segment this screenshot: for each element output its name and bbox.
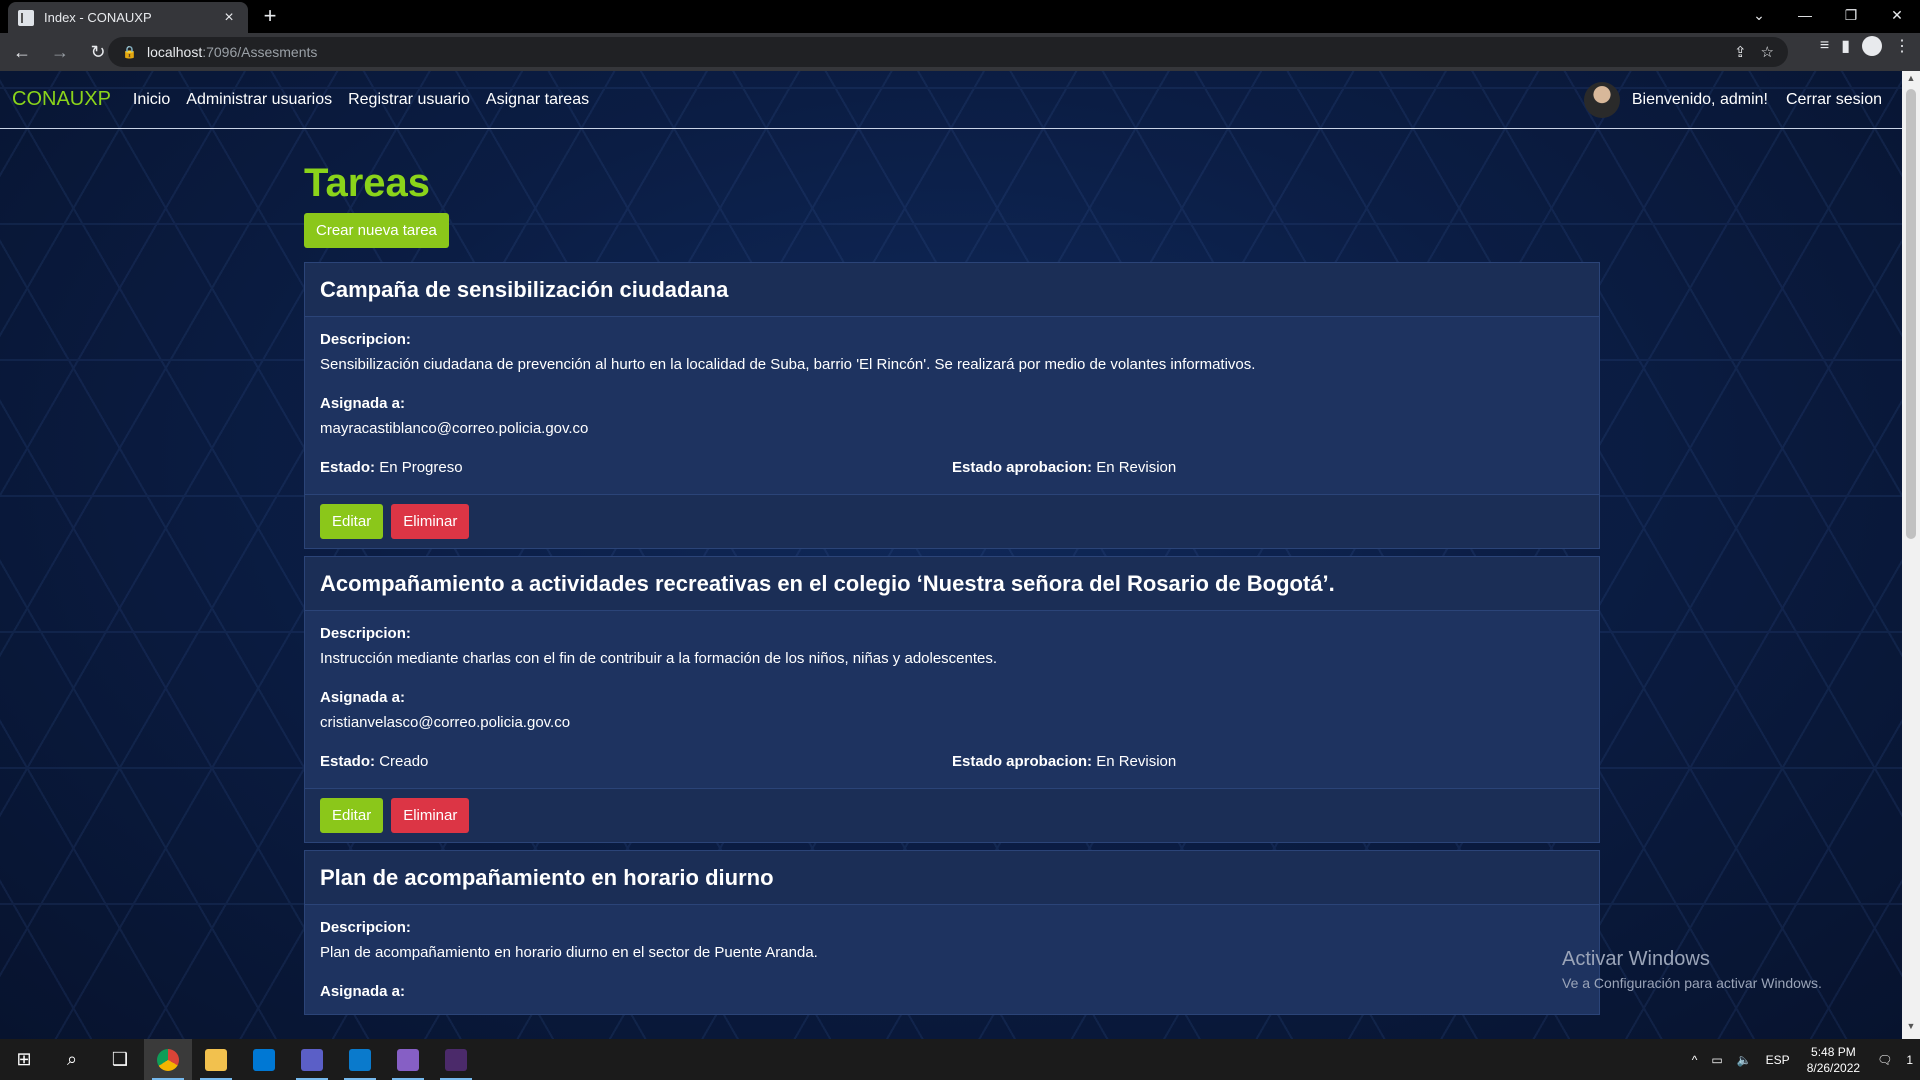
- state-label: Estado:: [320, 459, 376, 476]
- task-state: En Progreso: [379, 459, 463, 476]
- close-tab-icon[interactable]: ×: [220, 9, 238, 27]
- task-card: Plan de acompañamiento en horario diurno…: [304, 850, 1600, 1015]
- welcome-text: Bienvenido, admin!: [1631, 91, 1768, 108]
- browser-tabstrip: Index - CONAUXP × + ⌄ — ❐ ✕: [0, 0, 1920, 33]
- url-path: :7096/Assesments: [202, 44, 318, 60]
- task-description: Sensibilización ciudadana de prevención …: [320, 356, 1256, 373]
- task-approval: En Revision: [1096, 753, 1177, 770]
- url-host: localhost: [146, 44, 203, 60]
- nav-link-registrar-usuario[interactable]: Registrar usuario: [340, 91, 478, 109]
- chrome-app-icon[interactable]: [144, 1039, 192, 1080]
- assigned-label: Asignada a:: [320, 395, 406, 412]
- page-title: Tareas: [304, 161, 431, 205]
- store-app-icon[interactable]: [240, 1039, 288, 1080]
- notification-center-icon[interactable]: 🗨: [1877, 1053, 1892, 1067]
- system-tray: ^ ▭ 🔈 ESP 5:48 PM 8/26/2022 🗨 1: [1685, 1039, 1920, 1080]
- windows-taskbar: ⊞ ⌕ ❑ ^ ▭ 🔈 ESP 5:48 PM 8/26/2022 🗨 1: [0, 1039, 1920, 1080]
- avatar: [1583, 82, 1620, 118]
- task-state: Creado: [379, 753, 429, 770]
- task-card: Acompañamiento a actividades recreativas…: [304, 556, 1600, 843]
- close-window-button[interactable]: ✕: [1874, 0, 1920, 33]
- network-icon[interactable]: ▭: [1711, 1053, 1722, 1067]
- delete-button[interactable]: Eliminar: [391, 798, 470, 833]
- terminal-app-icon[interactable]: [432, 1039, 480, 1080]
- teams-app-icon[interactable]: [288, 1039, 336, 1080]
- task-title: Campaña de sensibilización ciudadana: [320, 276, 729, 302]
- window-controls: ⌄ — ❐ ✕: [1736, 0, 1920, 33]
- profile-icon[interactable]: [1862, 36, 1882, 56]
- approval-label: Estado aprobacion:: [952, 459, 1093, 476]
- approval-label: Estado aprobacion:: [952, 753, 1093, 770]
- windows-activation-watermark: Activar Windows Ve a Configuración para …: [1562, 948, 1822, 991]
- page-scrollbar[interactable]: ▲ ▼: [1902, 71, 1920, 1039]
- tab-search-icon[interactable]: ⌄: [1736, 0, 1782, 33]
- lock-icon[interactable]: 🔒: [122, 45, 137, 59]
- assigned-label: Asignada a:: [320, 983, 406, 1000]
- bookmark-star-icon[interactable]: ☆: [1761, 43, 1774, 61]
- vscode-app-icon[interactable]: [336, 1039, 384, 1080]
- menu-kebab-icon[interactable]: ⋮: [1894, 36, 1910, 56]
- description-label: Descripcion:: [320, 625, 411, 642]
- volume-icon[interactable]: 🔈: [1737, 1053, 1752, 1067]
- share-icon[interactable]: ⇪: [1734, 43, 1747, 61]
- watermark-subtitle: Ve a Configuración para activar Windows.: [1562, 975, 1822, 991]
- new-tab-button[interactable]: +: [258, 4, 282, 28]
- task-card: Campaña de sensibilización ciudadana Des…: [304, 262, 1600, 549]
- clock-time: 5:48 PM: [1811, 1044, 1856, 1059]
- browser-toolbar: ← → ↻ 🔒 localhost :7096/Assesments ⇪ ☆ ≡…: [0, 33, 1920, 71]
- main-content: Tareas Crear nueva tarea Campaña de sens…: [304, 161, 1600, 1015]
- task-view-icon[interactable]: ❑: [96, 1039, 144, 1080]
- task-description: Instrucción mediante charlas con el fin …: [320, 650, 998, 667]
- state-label: Estado:: [320, 753, 376, 770]
- visual-studio-app-icon[interactable]: [384, 1039, 432, 1080]
- side-panel-icon[interactable]: ▮: [1841, 36, 1850, 56]
- edit-button[interactable]: Editar: [320, 504, 384, 539]
- task-approval: En Revision: [1096, 459, 1177, 476]
- back-arrow-icon[interactable]: ←: [6, 36, 38, 68]
- nav-link-asignar-tareas[interactable]: Asignar tareas: [478, 91, 597, 109]
- task-title: Plan de acompañamiento en horario diurno: [320, 864, 774, 890]
- nav-links: Inicio Administrar usuarios Registrar us…: [125, 91, 597, 109]
- assigned-label: Asignada a:: [320, 689, 406, 706]
- chevron-up-icon[interactable]: ^: [1692, 1053, 1698, 1067]
- task-assignee: cristianvelasco@correo.policia.gov.co: [320, 714, 571, 731]
- nav-link-inicio[interactable]: Inicio: [125, 91, 178, 109]
- browser-tab[interactable]: Index - CONAUXP ×: [8, 2, 248, 33]
- page-viewport: CONAUXP Inicio Administrar usuarios Regi…: [0, 71, 1902, 1039]
- tab-title: Index - CONAUXP: [44, 10, 152, 25]
- description-label: Descripcion:: [320, 331, 411, 348]
- address-bar[interactable]: 🔒 localhost :7096/Assesments ⇪ ☆: [108, 37, 1788, 67]
- notification-count: 1: [1906, 1052, 1913, 1067]
- forward-arrow-icon[interactable]: →: [44, 36, 76, 68]
- page-favicon-icon: [18, 9, 34, 26]
- task-description: Plan de acompañamiento en horario diurno…: [320, 944, 818, 961]
- delete-button[interactable]: Eliminar: [391, 504, 470, 539]
- description-label: Descripcion:: [320, 919, 411, 936]
- minimize-button[interactable]: —: [1782, 0, 1828, 33]
- file-explorer-icon[interactable]: [192, 1039, 240, 1080]
- scrollbar-thumb[interactable]: [1906, 89, 1916, 539]
- language-indicator[interactable]: ESP: [1766, 1053, 1790, 1067]
- watermark-title: Activar Windows: [1562, 948, 1710, 970]
- scroll-down-icon[interactable]: ▼: [1902, 1021, 1920, 1037]
- edit-button[interactable]: Editar: [320, 798, 384, 833]
- logout-link[interactable]: Cerrar sesion: [1786, 91, 1882, 109]
- create-task-button[interactable]: Crear nueva tarea: [304, 213, 449, 248]
- nav-link-administrar-usuarios[interactable]: Administrar usuarios: [178, 91, 340, 109]
- scroll-up-icon[interactable]: ▲: [1902, 73, 1920, 89]
- clock-date: 8/26/2022: [1806, 1060, 1861, 1075]
- site-navbar: CONAUXP Inicio Administrar usuarios Regi…: [0, 71, 1902, 129]
- restore-button[interactable]: ❐: [1828, 0, 1874, 33]
- task-title: Acompañamiento a actividades recreativas…: [320, 570, 1335, 596]
- reading-list-icon[interactable]: ≡: [1820, 37, 1829, 55]
- task-assignee: mayracastiblanco@correo.policia.gov.co: [320, 420, 589, 437]
- search-icon[interactable]: ⌕: [48, 1039, 96, 1080]
- clock[interactable]: 5:48 PM 8/26/2022: [1807, 1044, 1860, 1076]
- windows-start-icon[interactable]: ⊞: [0, 1039, 48, 1080]
- brand-logo[interactable]: CONAUXP: [12, 88, 111, 111]
